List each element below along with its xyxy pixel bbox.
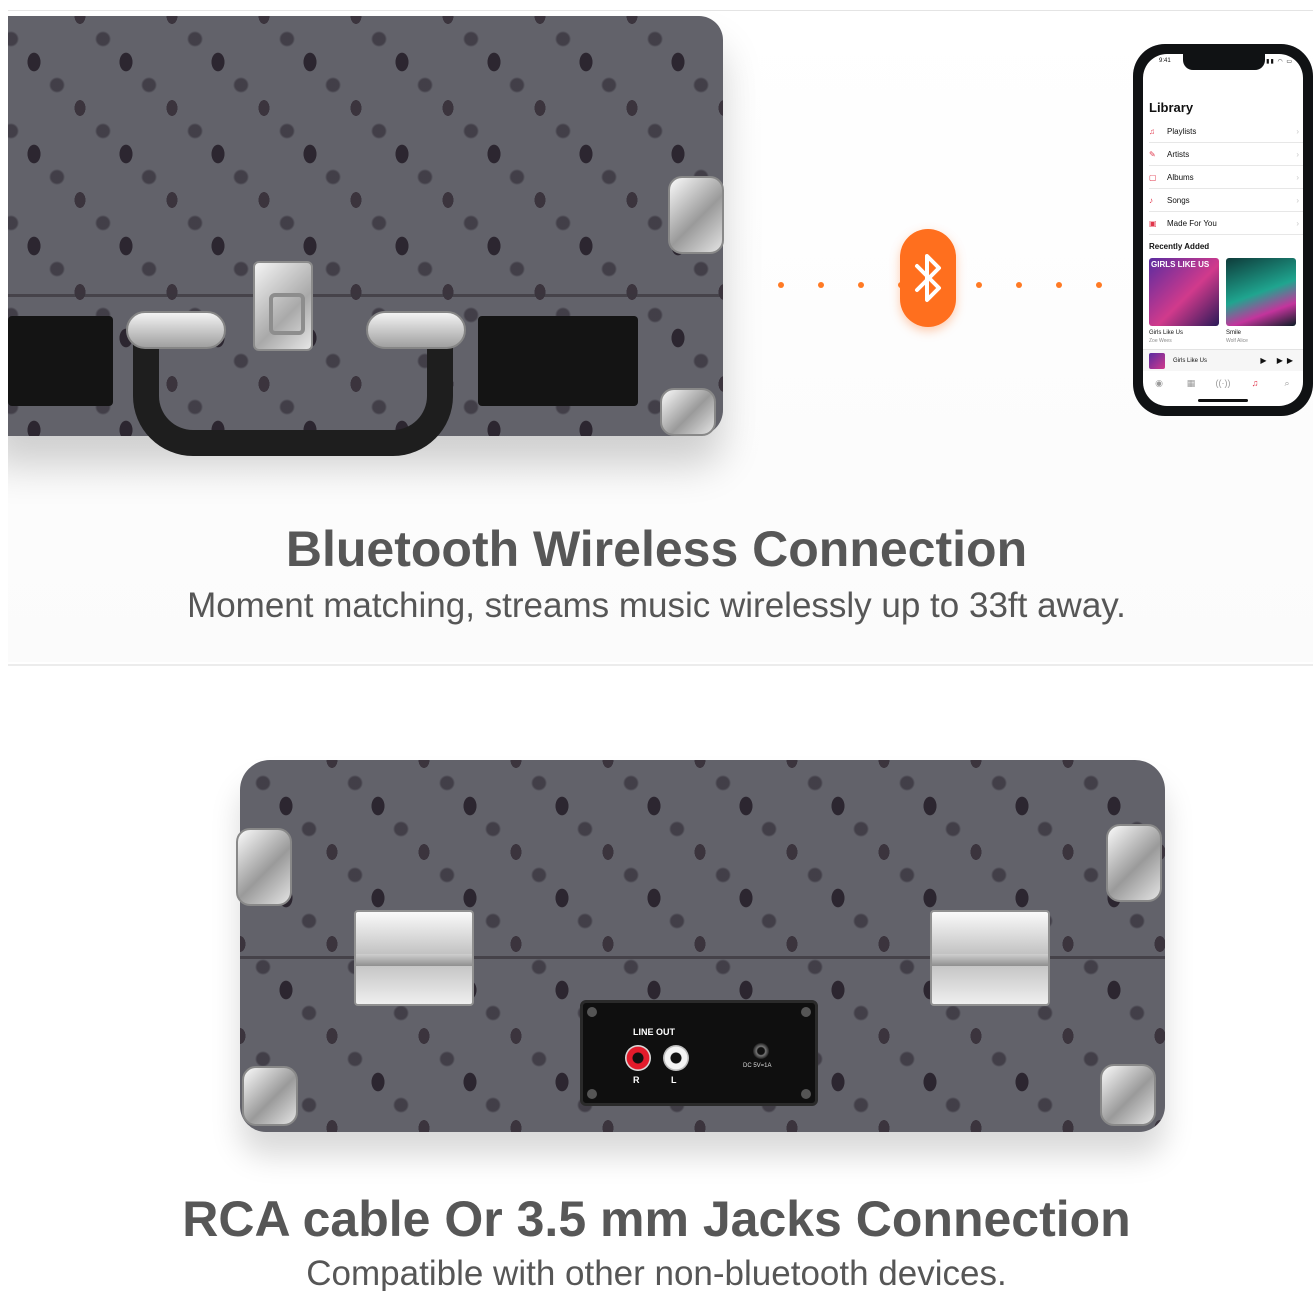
chevron-right-icon: › [1296, 126, 1299, 136]
corner-cap-upper [668, 176, 724, 254]
search-icon[interactable]: ⌕ [1272, 372, 1302, 402]
screw [801, 1089, 811, 1099]
chevron-right-icon: › [1296, 149, 1299, 159]
library-item-label: Songs [1167, 195, 1190, 205]
tab-radio[interactable]: ((·)) [1208, 372, 1238, 402]
tab-library[interactable]: ♫ [1240, 372, 1270, 402]
now-playing-title: Girls Like Us [1173, 357, 1208, 364]
speaker-grille-right [478, 316, 638, 406]
songs-icon: ♪ [1149, 195, 1153, 205]
hinge-left [354, 910, 474, 1006]
library-item-label: Playlists [1167, 126, 1197, 136]
albums-icon: ▢ [1149, 172, 1157, 182]
status-time: 9:41 [1159, 58, 1171, 64]
album-art-girls-like-us[interactable]: GIRLS LIKE US [1149, 258, 1219, 326]
album-title: Smile [1226, 330, 1242, 336]
phone-notch [1183, 54, 1265, 70]
album-artist: Zoe Wees [1149, 338, 1172, 344]
chevron-right-icon: › [1296, 218, 1299, 228]
screw [801, 1007, 811, 1017]
album-title: Girls Like Us [1149, 330, 1184, 336]
library-item-artists[interactable]: ✎ Artists › [1149, 143, 1303, 166]
made-for-you-icon: ▣ [1149, 218, 1157, 228]
rca-headline: RCA cable Or 3.5 mm Jacks Connection [182, 1191, 1131, 1247]
speaker-grille-left [8, 316, 113, 406]
jack-label-r: R [633, 1075, 640, 1085]
rca-jack-right[interactable] [625, 1045, 651, 1071]
rca-subline: Compatible with other non-bluetooth devi… [306, 1254, 1007, 1291]
tab-listen-now[interactable]: ◉ [1144, 372, 1174, 402]
turntable-case-front [8, 16, 724, 456]
dc-power-port[interactable] [753, 1043, 769, 1059]
tab-browse[interactable]: ▦ [1176, 372, 1206, 402]
lid-seam [8, 294, 723, 297]
smartphone: 9:41 ▮▮ ◠ ▭ Library ♫ Playlists › ✎ Arti… [1133, 44, 1313, 416]
album-art-text: GIRLS LIKE US [1151, 260, 1210, 269]
turntable-case-back: LINE OUT R L DC 5V=1A [236, 760, 1165, 1132]
line-out-panel: LINE OUT R L DC 5V=1A [580, 1000, 818, 1106]
artists-icon: ✎ [1149, 149, 1156, 159]
library-item-albums[interactable]: ▢ Albums › [1149, 166, 1303, 189]
mini-player-art [1149, 352, 1165, 369]
library-item-label: Artists [1167, 149, 1190, 159]
screw [587, 1007, 597, 1017]
corner-cap-bottom-right [1100, 1064, 1156, 1126]
jack-label-l: L [671, 1075, 677, 1085]
library-item-label: Albums [1167, 172, 1194, 182]
phone-screen: 9:41 ▮▮ ◠ ▭ Library ♫ Playlists › ✎ Arti… [1143, 54, 1303, 406]
play-forward-icons[interactable]: ▶ ▶▶ [1260, 356, 1303, 365]
handle-mount-right [366, 311, 466, 349]
handle-mount-left [126, 311, 226, 349]
recently-added-title: Recently Added [1149, 242, 1210, 251]
screw [587, 1089, 597, 1099]
status-icons: ▮▮ ◠ ▭ [1266, 59, 1293, 65]
front-latch [253, 261, 313, 351]
corner-cap-lower [660, 388, 716, 436]
library-list: ♫ Playlists › ✎ Artists › ▢ Albums › ♪ S… [1149, 120, 1303, 235]
line-out-label: LINE OUT [633, 1027, 675, 1037]
corner-cap-bottom-left [242, 1066, 298, 1126]
bluetooth-icon [900, 229, 956, 327]
corner-cap-top-right [1106, 824, 1162, 902]
hinge-right [930, 910, 1050, 1006]
mini-player[interactable]: Girls Like Us ▶ ▶▶ [1143, 349, 1303, 371]
album-art-smile[interactable] [1226, 258, 1296, 326]
library-title: Library [1149, 100, 1194, 115]
corner-cap-top-left [236, 828, 292, 906]
dc-label: DC 5V=1A [743, 1063, 772, 1069]
home-indicator [1198, 399, 1248, 402]
library-item-songs[interactable]: ♪ Songs › [1149, 189, 1303, 212]
rca-jack-left[interactable] [663, 1045, 689, 1071]
playlists-icon: ♫ [1149, 126, 1155, 136]
album-artist: Wolf Alice [1226, 338, 1248, 344]
chevron-right-icon: › [1296, 172, 1299, 182]
bluetooth-headline: Bluetooth Wireless Connection [285, 521, 1028, 577]
library-item-made-for-you[interactable]: ▣ Made For You › [1149, 212, 1303, 235]
library-item-label: Made For You [1167, 218, 1217, 228]
phone-tab-bar: ◉ ▦ ((·)) ♫ ⌕ [1143, 372, 1303, 402]
bluetooth-subline: Moment matching, streams music wirelessl… [187, 586, 1126, 625]
chevron-right-icon: › [1296, 195, 1299, 205]
library-item-playlists[interactable]: ♫ Playlists › [1149, 120, 1303, 143]
